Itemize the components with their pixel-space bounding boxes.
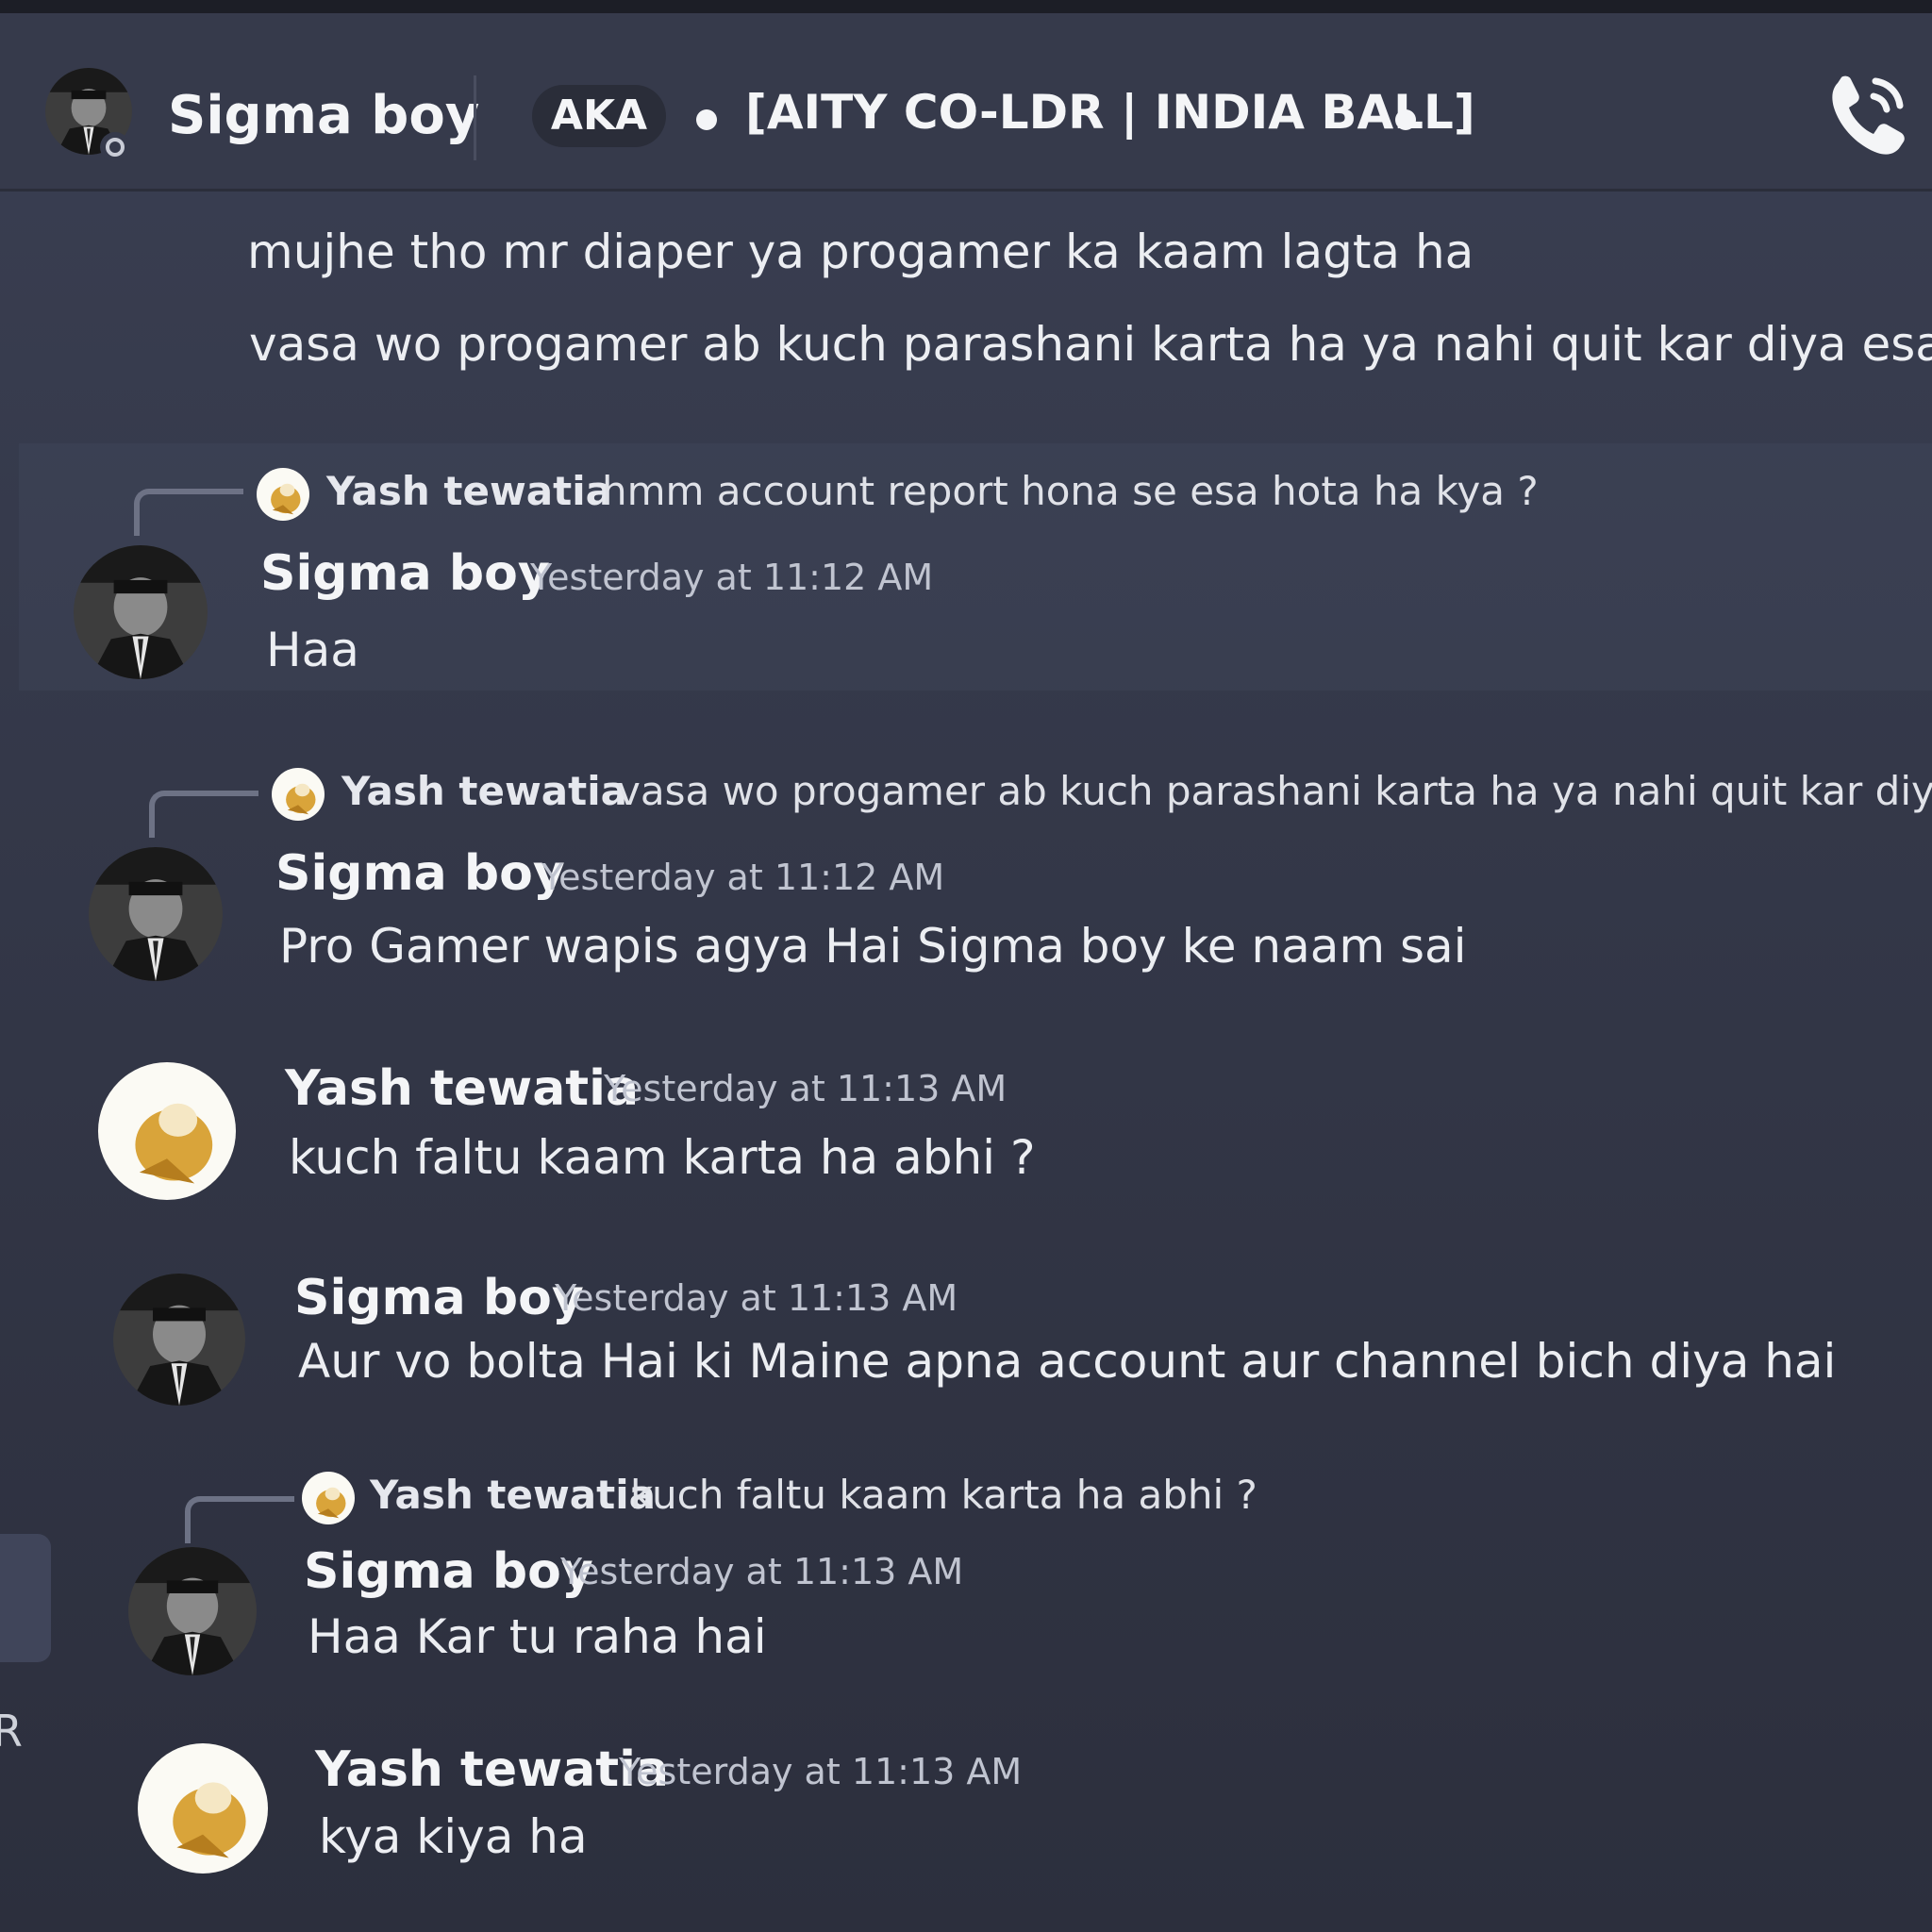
reply-connector <box>185 1496 294 1543</box>
header-divider <box>474 75 476 160</box>
yash-avatar-image <box>138 1743 268 1874</box>
reply-author[interactable]: Yash tewatia <box>341 768 627 814</box>
message-text: vasa wo progamer ab kuch parashani karta… <box>249 317 1932 372</box>
message-avatar[interactable] <box>74 545 208 679</box>
sigma-avatar-image <box>89 847 223 981</box>
message-text: kuch faltu kaam karta ha abhi ? <box>289 1130 1036 1185</box>
message-timestamp: Yesterday at 11:13 AM <box>604 1068 1008 1109</box>
message-text: Haa Kar tu raha hai <box>308 1609 767 1664</box>
message-text: mujhe tho mr diaper ya progamer ka kaam … <box>247 225 1474 279</box>
sidebar-edge-panel[interactable] <box>0 1534 51 1662</box>
reply-preview-text[interactable]: kuch faltu kaam karta ha abhi ? <box>630 1472 1257 1518</box>
message-author[interactable]: Sigma boy <box>294 1270 584 1326</box>
sigma-avatar-image <box>113 1274 245 1406</box>
dm-header: Sigma boy AKA [AITY CO-LDR | INDIA BALL] <box>0 13 1932 192</box>
header-username[interactable]: Sigma boy <box>168 85 479 146</box>
message-text: Pro Gamer wapis agya Hai Sigma boy ke na… <box>279 919 1467 974</box>
window-top-border <box>0 0 1932 13</box>
status-indicator-icon <box>100 132 130 162</box>
message-author[interactable]: Yash tewatia <box>285 1060 639 1117</box>
reply-preview-text[interactable]: vasa wo progamer ab kuch parashani karta… <box>617 768 1932 814</box>
sigma-avatar-image <box>74 545 208 679</box>
dm-screen: Sigma boy AKA [AITY CO-LDR | INDIA BALL]… <box>0 0 1932 1932</box>
yash-avatar-image <box>98 1062 236 1200</box>
reply-avatar[interactable] <box>257 468 309 521</box>
message-avatar[interactable] <box>89 847 223 981</box>
message-author[interactable]: Sigma boy <box>275 845 565 902</box>
message-text: Aur vo bolta Hai ki Maine apna account a… <box>298 1334 1837 1389</box>
message-timestamp: Yesterday at 11:13 AM <box>560 1551 964 1592</box>
sigma-avatar-image <box>128 1547 257 1675</box>
separator-dot-icon <box>1395 109 1416 130</box>
yash-avatar-image <box>257 468 309 521</box>
message-timestamp: Yesterday at 11:12 AM <box>530 557 934 598</box>
reply-avatar[interactable] <box>272 768 325 821</box>
reply-connector <box>149 791 258 838</box>
message-text: Haa <box>266 623 359 677</box>
yash-avatar-image <box>272 768 325 821</box>
message-avatar[interactable] <box>128 1547 257 1675</box>
message-avatar[interactable] <box>138 1743 268 1874</box>
reply-preview-text[interactable]: hmm account report hona se esa hota ha k… <box>602 468 1539 514</box>
header-clan-text: [AITY CO-LDR | INDIA BALL] <box>745 85 1475 140</box>
reply-author[interactable]: Yash tewatia <box>326 468 612 514</box>
message-avatar[interactable] <box>98 1062 236 1200</box>
message-author[interactable]: Sigma boy <box>304 1543 593 1600</box>
message-timestamp: Yesterday at 11:12 AM <box>541 857 945 898</box>
reply-connector <box>134 489 243 536</box>
message-text: kya kiya ha <box>319 1809 588 1864</box>
header-tag-badge: AKA <box>532 85 666 147</box>
separator-dot-icon <box>696 109 717 130</box>
reply-avatar[interactable] <box>302 1472 355 1524</box>
message-avatar[interactable] <box>113 1274 245 1406</box>
phone-call-icon[interactable] <box>1824 66 1909 160</box>
message-author[interactable]: Sigma boy <box>260 545 550 602</box>
message-author[interactable]: Yash tewatia <box>315 1741 669 1798</box>
sidebar-edge-text: R <box>0 1706 23 1757</box>
message-timestamp: Yesterday at 11:13 AM <box>619 1751 1023 1792</box>
reply-author[interactable]: Yash tewatia <box>370 1472 656 1518</box>
message-timestamp: Yesterday at 11:13 AM <box>555 1277 958 1319</box>
yash-avatar-image <box>302 1472 355 1524</box>
